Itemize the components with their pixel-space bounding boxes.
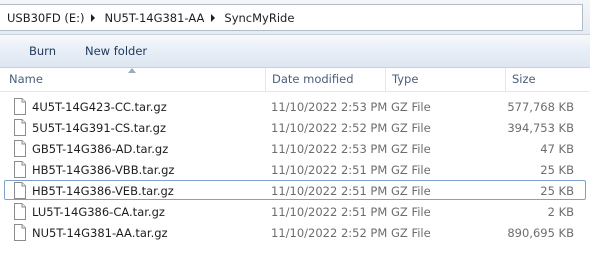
file-name: 5U5T-14G391-CS.tar.gz [32,121,167,135]
file-row[interactable]: 4U5T-14G423-CC.tar.gz 11/10/2022 2:53 PM… [4,96,586,116]
file-date-modified: 11/10/2022 2:53 PM [271,142,388,156]
file-type: GZ File [391,163,431,177]
file-icon [14,224,26,241]
breadcrumb-drive[interactable]: USB30FD (E:) [0,11,88,25]
file-date-modified: 11/10/2022 2:52 PM [271,121,388,135]
file-row[interactable]: HB5T-14G386-VEB.tar.gz 11/10/2022 2:51 P… [4,180,586,200]
file-size: 25 KB [540,184,574,198]
file-size: 577,768 KB [507,100,574,114]
file-name: 4U5T-14G423-CC.tar.gz [32,100,167,114]
file-row[interactable]: 5U5T-14G391-CS.tar.gz 11/10/2022 2:52 PM… [4,117,586,137]
file-icon [14,203,26,220]
file-date-modified: 11/10/2022 2:51 PM [271,163,388,177]
file-icon [14,161,26,178]
chevron-right-icon[interactable] [208,13,218,22]
file-type: GZ File [391,184,431,198]
breadcrumb-folder[interactable]: NU5T-14G381-AA [98,11,208,25]
file-icon [14,119,26,136]
file-type: GZ File [391,226,431,240]
file-type: GZ File [391,142,431,156]
file-type: GZ File [391,121,431,135]
command-toolbar: Burn New folder [0,35,590,68]
column-header-date-modified[interactable]: Date modified [265,68,384,91]
file-size: 47 KB [540,142,574,156]
file-row[interactable]: HB5T-14G386-VBB.tar.gz 11/10/2022 2:51 P… [4,159,586,179]
breadcrumb-current-folder[interactable]: SyncMyRide [218,11,298,25]
file-size: 394,753 KB [507,121,574,135]
file-size: 2 KB [547,205,574,219]
file-date-modified: 11/10/2022 2:51 PM [271,205,388,219]
chevron-right-icon[interactable] [88,13,98,22]
file-name: NU5T-14G381-AA.tar.gz [32,226,168,240]
file-name: GB5T-14G386-AD.tar.gz [32,142,169,156]
file-row[interactable]: LU5T-14G386-CA.tar.gz 11/10/2022 2:51 PM… [4,201,586,221]
file-icon [14,140,26,157]
file-name: HB5T-14G386-VBB.tar.gz [32,163,175,177]
file-date-modified: 11/10/2022 2:53 PM [271,100,388,114]
file-row[interactable]: GB5T-14G386-AD.tar.gz 11/10/2022 2:53 PM… [4,138,586,158]
column-header-name[interactable]: Name [3,68,264,91]
column-header: Name Date modified Type Size [0,68,590,92]
burn-button[interactable]: Burn [27,44,58,58]
file-row[interactable]: NU5T-14G381-AA.tar.gz 11/10/2022 2:52 PM… [4,222,586,242]
file-type: GZ File [391,100,431,114]
file-type: GZ File [391,205,431,219]
column-header-type[interactable]: Type [385,68,504,91]
file-size: 890,695 KB [507,226,574,240]
file-icon [14,98,26,115]
file-date-modified: 11/10/2022 2:52 PM [271,226,388,240]
file-icon [14,182,26,199]
breadcrumb[interactable]: USB30FD (E:) NU5T-14G381-AA SyncMyRide [0,4,583,31]
file-date-modified: 11/10/2022 2:51 PM [271,184,388,198]
column-header-size[interactable]: Size [505,68,590,91]
file-size: 25 KB [540,163,574,177]
file-name: LU5T-14G386-CA.tar.gz [32,205,165,219]
file-name: HB5T-14G386-VEB.tar.gz [32,184,174,198]
new-folder-button[interactable]: New folder [83,44,149,58]
address-bar: USB30FD (E:) NU5T-14G381-AA SyncMyRide [0,0,590,35]
